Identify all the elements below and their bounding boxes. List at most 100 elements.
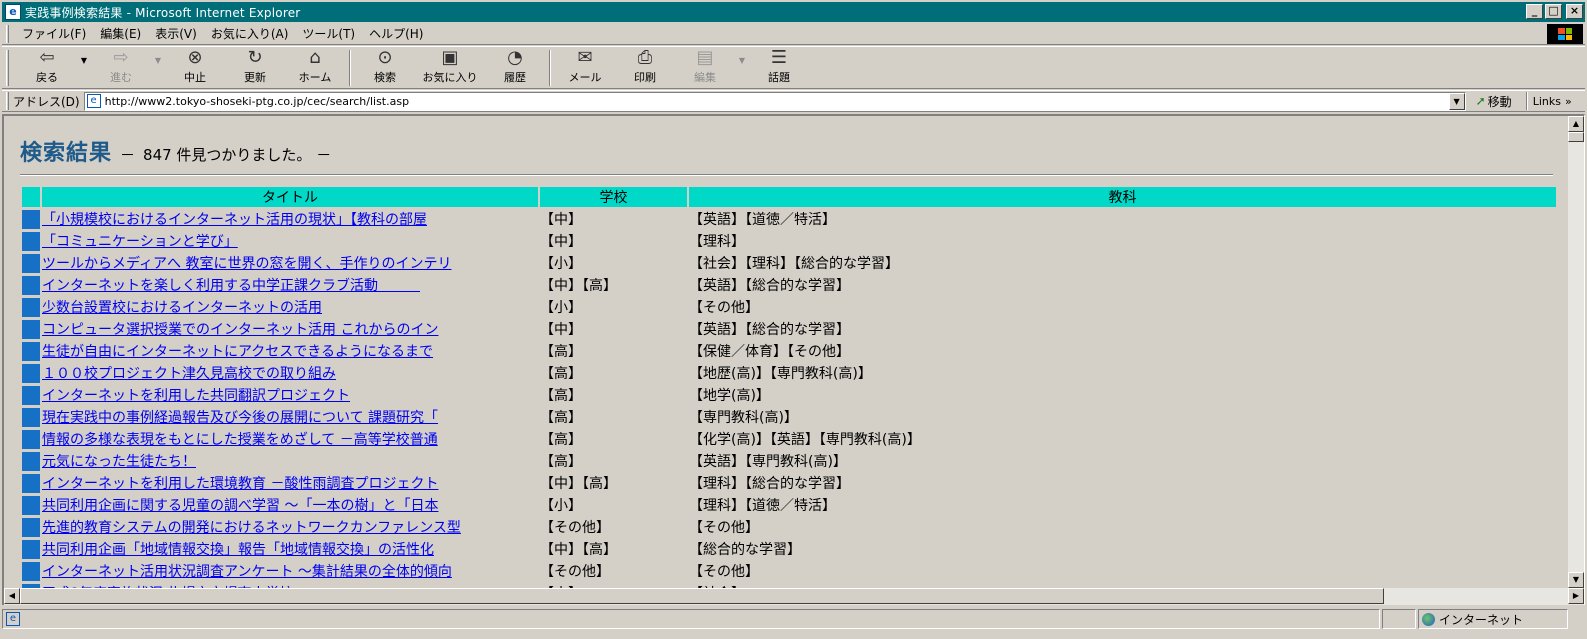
table-row: １００校プロジェクト津久見高校での取り組み 【高】 【地歴(高)】【専門教科(高)】 [22,363,1556,383]
school-cell: 【その他】 [540,517,687,537]
back-dropdown[interactable]: ▼ [77,56,91,65]
result-title-link[interactable]: インターネットを利用した共同翻訳プロジェクト [42,388,350,404]
maximize-button[interactable]: □ [1545,4,1562,19]
horizontal-scrollbar[interactable]: ◀ ▶ [4,588,1584,605]
result-title-link[interactable]: ツールからメディアへ 教室に世界の窓を開く、手作りのインテリ [42,256,451,272]
vertical-scroll-thumb[interactable] [1568,132,1584,142]
result-title-link[interactable]: 共同利用企画「地域情報交換」報告「地域情報交換」の活性化 [42,542,434,558]
row-marker [22,253,40,273]
address-dropdown-button[interactable]: ▼ [1448,92,1465,110]
row-marker-cell [22,451,40,471]
mail-button[interactable]: ✉ メール [555,47,615,88]
forward-dropdown[interactable]: ▼ [151,56,165,65]
result-title-link[interactable]: 元気になった生徒たち！ [42,454,196,470]
title-bar[interactable]: e 実践事例検索結果 - Microsoft Internet Explorer… [2,2,1585,22]
stop-button[interactable]: ⊗ 中止 [165,47,225,88]
address-field[interactable]: e http://www2.tokyo-shoseki-ptg.co.jp/ce… [83,91,1466,111]
print-button[interactable]: ⎙ 印刷 [615,47,675,88]
result-title-link[interactable]: インターネット活用状況調査アンケート ～集計結果の全体的傾向 [42,564,452,580]
result-title-link[interactable]: 生徒が自由にインターネットにアクセスできるようになるまで [42,344,433,360]
menu-tools[interactable]: ツール(T) [295,25,362,42]
result-title-link[interactable]: 情報の多様な表現をもとにした授業をめざして －高等学校普通 [42,432,438,448]
table-header-row: タイトル 学校 教科 [22,187,1556,207]
subject-cell: 【英語】【専門教科(高)】 [689,451,1556,471]
window-controls: _ □ × [1526,4,1583,19]
result-title-link[interactable]: 現在実践中の事例経過報告及び今後の展開について 課題研究「 [42,410,438,426]
menubar-grip[interactable] [6,24,9,43]
row-marker-cell [22,297,40,317]
addressbar-grip[interactable] [6,92,9,110]
history-icon: ◔ [507,46,523,68]
address-bar: アドレス(D) e http://www2.tokyo-shoseki-ptg.… [2,90,1585,112]
school-cell: 【高】 [540,341,687,361]
links-button[interactable]: Links » [1533,95,1572,108]
result-title-link[interactable]: 「コミュニケーションと学び」 [42,234,238,250]
scroll-right-button[interactable]: ▶ [1568,588,1584,604]
row-marker [22,451,40,471]
search-label: 検索 [374,70,396,84]
minimize-button[interactable]: _ [1526,4,1543,19]
vertical-scrollbar[interactable]: ▲ ▼ [1568,116,1584,588]
result-title-link[interactable]: 「小規模校におけるインターネット活用の現状」【教科の部屋 [42,212,427,228]
table-row: 生徒が自由にインターネットにアクセスできるようになるまで 【高】 【保健／体育】【そ… [22,341,1556,361]
history-button[interactable]: ◔ 履歴 [485,46,545,88]
home-button[interactable]: ⌂ ホーム [285,47,345,88]
search-results-page: 検索結果 － 847 件見つかりました。 － タイトル 学校 教科 「小規模校に… [20,116,1566,605]
result-title-link[interactable]: インターネットを利用した環境教育 －酸性雨調査プロジェクト [42,476,438,492]
forward-arrow-icon: ⇨ [113,46,129,68]
row-marker [22,517,40,537]
windows-logo-throbber [1547,24,1583,44]
menu-view[interactable]: 表示(V) [148,25,204,42]
horizontal-scroll-thumb[interactable] [20,588,1384,604]
toolbar-separator [549,49,551,86]
forward-button[interactable]: ⇨ 進む [91,46,151,88]
title-cell: 「コミュニケーションと学び」 [42,231,538,251]
title-cell: 生徒が自由にインターネットにアクセスできるようになるまで [42,341,538,361]
menu-help[interactable]: ヘルプ(H) [362,25,430,42]
table-row: ツールからメディアへ 教室に世界の窓を開く、手作りのインテリ 【小】 【社会】【理科… [22,253,1556,273]
result-title-link[interactable]: 先進的教育システムの開発におけるネットワークカンファレンス型 [42,520,461,536]
scroll-left-button[interactable]: ◀ [4,588,20,604]
ie-app-icon[interactable]: e [5,4,21,20]
edit-dropdown[interactable]: ▼ [735,56,749,65]
subject-cell: 【英語】【総合的な学習】 [689,319,1556,339]
back-arrow-icon: ⇦ [39,46,55,68]
refresh-button[interactable]: ↻ 更新 [225,47,285,88]
school-cell: 【高】 [540,385,687,405]
go-button[interactable]: ➚ 移動 [1476,93,1512,110]
result-title-link[interactable]: コンピュータ選択授業でのインターネット活用 これからのイン [42,322,438,338]
subject-cell: 【理科】【道徳／特活】 [689,495,1556,515]
header-marker-cell [22,187,40,207]
edit-button[interactable]: ▤ 編集 [675,46,735,88]
row-marker [22,209,40,229]
discuss-button[interactable]: ☰ 話題 [749,47,809,88]
school-cell: 【中】【高】 [540,539,687,559]
menu-favorites[interactable]: お気に入り(A) [204,25,296,42]
scroll-down-button[interactable]: ▼ [1568,572,1584,588]
table-row: インターネットを利用した共同翻訳プロジェクト 【高】 【地学(高)】 [22,385,1556,405]
result-title-link[interactable]: インターネットを楽しく利用する中学正課クラブ活動 [42,278,420,294]
title-cell: 先進的教育システムの開発におけるネットワークカンファレンス型 [42,517,538,537]
menu-edit[interactable]: 編集(E) [93,25,148,42]
menu-file[interactable]: ファイル(F) [15,25,93,42]
title-cell: インターネットを利用した環境教育 －酸性雨調査プロジェクト [42,473,538,493]
address-url[interactable]: http://www2.tokyo-shoseki-ptg.co.jp/cec/… [105,95,409,108]
security-zone[interactable]: インターネット [1418,609,1568,629]
close-button[interactable]: × [1566,4,1583,19]
edit-document-icon: ▤ [696,46,714,68]
scroll-up-button[interactable]: ▲ [1568,116,1584,132]
result-title-link[interactable]: 少数台設置校におけるインターネットの活用 [42,300,322,316]
toolbar-grip[interactable] [6,49,9,86]
subject-cell: 【地学(高)】 [689,385,1556,405]
school-cell: 【高】 [540,451,687,471]
school-cell: 【小】 [540,495,687,515]
result-title-link[interactable]: 共同利用企画に関する児童の調べ学習 ～「一本の樹」と「日本 [42,498,438,514]
column-header-school: 学校 [540,187,687,207]
favorites-button[interactable]: ▣ お気に入り [415,47,485,88]
back-button[interactable]: ⇦ 戻る [17,46,77,88]
result-title-link[interactable]: １００校プロジェクト津久見高校での取り組み [42,366,336,382]
go-arrow-icon: ➚ [1475,94,1486,108]
search-button[interactable]: ⊙ 検索 [355,47,415,88]
row-marker-cell [22,385,40,405]
refresh-label: 更新 [244,70,266,84]
